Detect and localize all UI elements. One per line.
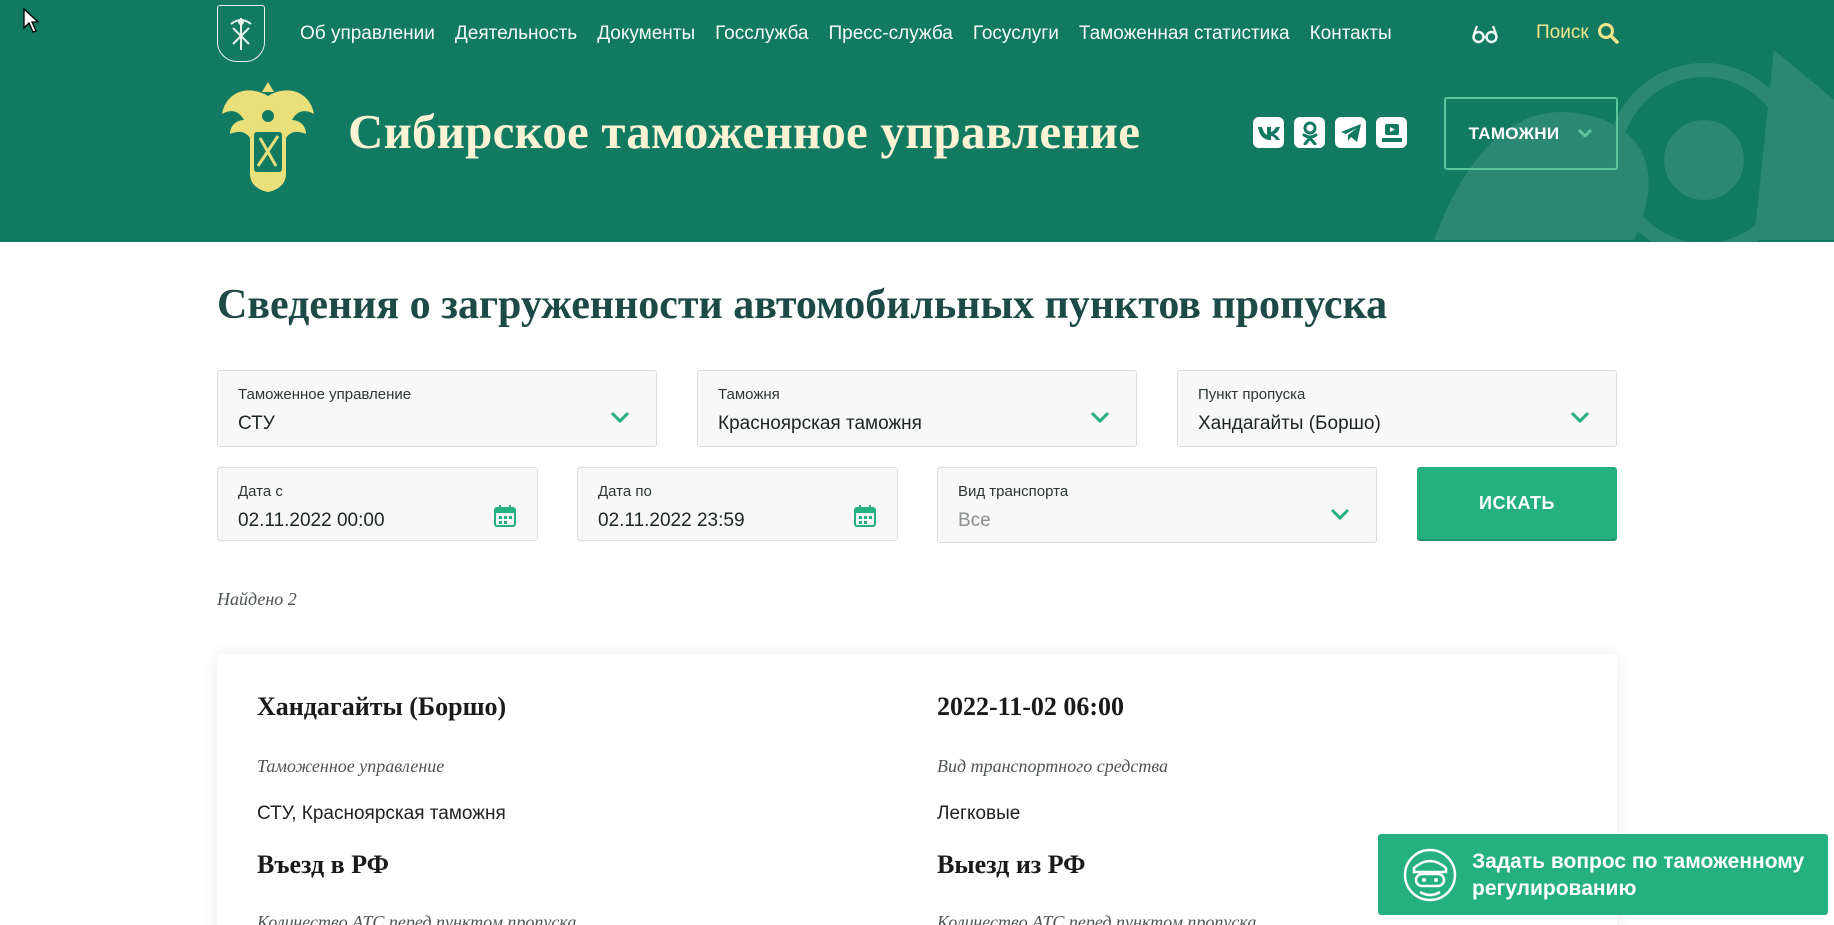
top-navigation: Об управлении Деятельность Документы Гос… <box>0 0 1834 70</box>
search-link[interactable]: Поиск <box>1536 22 1619 44</box>
rutube-icon[interactable] <box>1376 117 1407 148</box>
calendar-icon[interactable] <box>853 504 877 528</box>
coat-of-arms-logo[interactable] <box>218 74 318 194</box>
telegram-icon[interactable] <box>1335 117 1366 148</box>
ask-question-label: Задать вопрос по таможенному регулирован… <box>1472 850 1805 900</box>
transport-type-value: Все <box>958 510 991 531</box>
site-title: Сибирское таможенное управление <box>348 104 1141 159</box>
calendar-icon[interactable] <box>493 504 517 528</box>
page-title: Сведения о загруженности автомобильных п… <box>217 282 1388 328</box>
menu-item-civil-service[interactable]: Госслужба <box>715 23 808 45</box>
menu-item-about[interactable]: Об управлении <box>300 23 435 45</box>
entry-queue-caption: Количество АТС перед пунктом пропуска <box>257 912 577 925</box>
menu-item-activity[interactable]: Деятельность <box>455 23 577 45</box>
customs-office-select[interactable]: Таможенное управление СТУ <box>217 370 657 447</box>
transport-type-select[interactable]: Вид транспорта Все <box>937 467 1377 543</box>
date-to-field[interactable]: Дата по 02.11.2022 23:59 <box>577 467 898 541</box>
customs-select[interactable]: Таможня Красноярская таможня <box>697 370 1137 447</box>
chevron-down-icon <box>1090 411 1110 424</box>
customs-officer-icon <box>1403 848 1457 902</box>
mouse-cursor-icon <box>23 8 39 33</box>
results-count: Найдено 2 <box>217 589 297 609</box>
customs-office-caption: Таможенное управление <box>257 756 445 776</box>
customs-label: Таможня <box>718 386 780 403</box>
site-header: Об управлении Деятельность Документы Гос… <box>0 0 1834 242</box>
vehicle-type-caption: Вид транспортного средства <box>937 756 1169 776</box>
transport-type-label: Вид транспорта <box>958 483 1069 500</box>
vk-icon[interactable] <box>1253 117 1284 148</box>
vehicle-type-text: Легковые <box>937 803 1021 824</box>
social-links <box>1253 117 1407 148</box>
menu-item-public-services[interactable]: Госуслуги <box>973 23 1059 45</box>
menu-item-press-service[interactable]: Пресс-служба <box>828 23 952 45</box>
glasses-icon[interactable] <box>1471 23 1499 45</box>
menu-item-documents[interactable]: Документы <box>597 23 695 45</box>
date-to-label: Дата по <box>598 483 652 500</box>
odnoklassniki-icon[interactable] <box>1294 117 1325 148</box>
customs-dropdown-label: ТАМОЖНИ <box>1468 123 1560 143</box>
main-menu: Об управлении Деятельность Документы Гос… <box>300 23 1412 45</box>
customs-dropdown-button[interactable]: ТАМОЖНИ <box>1444 97 1618 170</box>
customs-emblem-icon <box>230 17 252 50</box>
search-label: Поиск <box>1536 22 1589 43</box>
chevron-down-icon <box>1330 508 1350 521</box>
exit-queue-caption: Количество АТС перед пунктом пропуска <box>937 912 1257 925</box>
checkpoint-label: Пункт пропуска <box>1198 386 1306 403</box>
chevron-down-icon <box>1570 411 1590 424</box>
search-icon <box>1597 23 1619 44</box>
customs-value: Красноярская таможня <box>718 413 922 434</box>
checkpoint-name: Хандагайты (Боршо) <box>257 692 507 721</box>
customs-office-text: СТУ, Красноярская таможня <box>257 803 506 824</box>
home-logo[interactable] <box>217 5 265 62</box>
date-to-value: 02.11.2022 23:59 <box>598 510 745 531</box>
entry-heading: Въезд в РФ <box>257 850 389 879</box>
date-from-value: 02.11.2022 00:00 <box>238 510 385 531</box>
customs-office-value: СТУ <box>238 413 275 434</box>
search-button-label: ИСКАТЬ <box>1479 492 1555 513</box>
result-datetime: 2022-11-02 06:00 <box>937 692 1125 721</box>
chevron-down-icon <box>1578 128 1593 139</box>
menu-item-customs-statistics[interactable]: Таможенная статистика <box>1079 23 1290 45</box>
ask-question-button[interactable]: Задать вопрос по таможенному регулирован… <box>1378 834 1828 915</box>
menu-item-contacts[interactable]: Контакты <box>1310 23 1392 45</box>
customs-office-label: Таможенное управление <box>238 386 412 403</box>
date-from-field[interactable]: Дата с 02.11.2022 00:00 <box>217 467 538 541</box>
date-from-label: Дата с <box>238 483 283 500</box>
search-button[interactable]: ИСКАТЬ <box>1417 467 1617 539</box>
chevron-down-icon <box>610 411 630 424</box>
checkpoint-select[interactable]: Пункт пропуска Хандагайты (Боршо) <box>1177 370 1617 447</box>
exit-heading: Выезд из РФ <box>937 850 1086 879</box>
checkpoint-value: Хандагайты (Боршо) <box>1198 413 1381 434</box>
